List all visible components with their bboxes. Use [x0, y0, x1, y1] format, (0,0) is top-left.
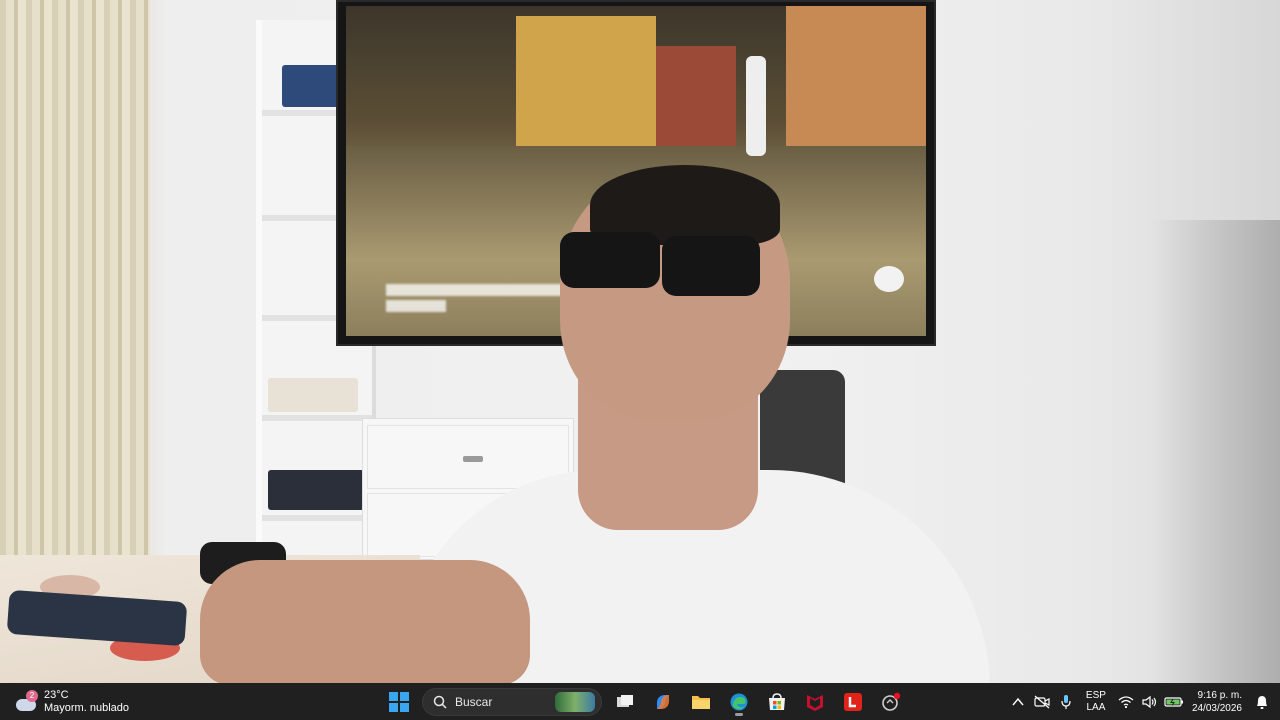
weather-badge: 2 [26, 689, 38, 702]
notifications-button[interactable] [1250, 690, 1274, 714]
speaker-icon [1142, 695, 1157, 708]
lenovo-app-icon [844, 692, 862, 711]
search-placeholder: Buscar [455, 694, 493, 709]
tv-building [656, 46, 736, 146]
shelf [262, 415, 372, 421]
clock-date: 24/03/2026 [1191, 702, 1242, 714]
chevron-up-icon [1012, 697, 1024, 705]
bell-icon [1257, 695, 1267, 709]
shelf-clothes [268, 470, 364, 510]
start-button[interactable] [384, 687, 414, 717]
tv-indicator [874, 266, 904, 292]
sunglasses-lens [560, 232, 660, 288]
shelf-clothes [268, 378, 358, 412]
taskbar: 2 23°C Mayorm. nublado Buscar ESP LAA 9:… [0, 683, 1280, 720]
wifi-button[interactable] [1114, 690, 1138, 714]
battery-button[interactable] [1162, 690, 1186, 714]
search-box[interactable]: Buscar [422, 687, 602, 716]
sunglasses-lens [662, 236, 760, 296]
tv-building [786, 6, 926, 146]
taskbar-apps: Buscar [384, 683, 906, 720]
camera-off-button[interactable] [1030, 690, 1054, 714]
weather-temperature: 23°C [44, 688, 69, 701]
copilot-button[interactable] [648, 687, 678, 717]
cloud-weather-icon: 2 [14, 689, 38, 714]
drawer-handle [463, 456, 483, 462]
language-label: ESP [1085, 689, 1106, 701]
wifi-icon [1118, 695, 1134, 708]
file-explorer-icon [692, 695, 710, 709]
volume-button[interactable] [1138, 690, 1162, 714]
microsoft-store-button[interactable] [762, 687, 792, 717]
camera-off-icon [1034, 695, 1050, 708]
active-indicator [735, 712, 743, 716]
webcam-video-frame [0, 0, 1280, 683]
settings-notification-button[interactable] [876, 687, 906, 717]
system-tray: ESP LAA 9:16 p. m. 24/03/2026 [1006, 683, 1280, 720]
copilot-icon [656, 694, 670, 709]
weather-condition: Mayorm. nublado [44, 701, 129, 714]
keyboard-layout-label: LAA [1086, 701, 1106, 713]
lenovo-app-button[interactable] [838, 687, 868, 717]
task-view-button[interactable] [610, 687, 640, 717]
tv-subtitle [386, 300, 446, 312]
shelf [262, 515, 372, 521]
mcafee-icon [807, 694, 823, 711]
weather-text: 23°C Mayorm. nublado [44, 689, 129, 715]
clock[interactable]: 9:16 p. m. 24/03/2026 [1192, 689, 1242, 715]
mcafee-button[interactable] [800, 687, 830, 717]
search-icon [433, 695, 447, 709]
microsoft-store-icon [769, 692, 785, 710]
tv-subtitle [386, 284, 566, 296]
shelf-clothes [282, 65, 342, 107]
microphone-icon [1061, 694, 1071, 709]
microphone-button[interactable] [1054, 690, 1078, 714]
tv-character [746, 56, 766, 156]
clock-time: 9:16 p. m. [1197, 689, 1242, 701]
input-language-button[interactable]: ESP LAA [1086, 690, 1106, 714]
task-view-icon [617, 694, 633, 707]
settings-notification-icon [882, 692, 901, 711]
tv-building [516, 16, 656, 146]
edge-browser-icon [730, 693, 748, 710]
file-explorer-button[interactable] [686, 687, 716, 717]
battery-charging-icon [1164, 696, 1183, 707]
edge-browser-button[interactable] [724, 687, 754, 717]
weather-widget[interactable]: 2 23°C Mayorm. nublado [14, 685, 129, 718]
show-hidden-icons-button[interactable] [1006, 690, 1030, 714]
windows-start-icon [389, 691, 409, 712]
wall-shadow [1150, 220, 1280, 683]
search-highlight-art [555, 691, 595, 712]
person-hand [200, 560, 530, 683]
